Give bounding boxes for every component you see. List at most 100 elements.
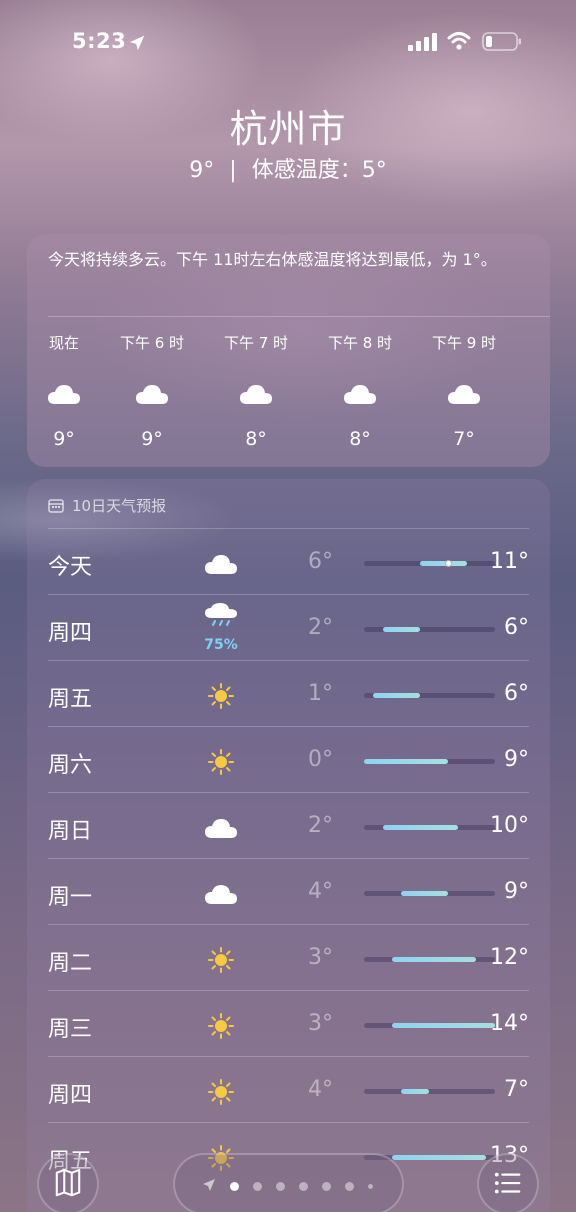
current-temp: 9° <box>189 158 215 183</box>
day-row[interactable]: 周一 4° 9° <box>48 858 529 924</box>
low-temp: 4° <box>308 879 333 904</box>
page-dot[interactable] <box>345 1182 354 1191</box>
hourly-item: 现在 9° <box>27 332 109 450</box>
page-dot[interactable] <box>368 1184 373 1189</box>
low-temp: 2° <box>308 615 333 640</box>
hour-label: 下午 6 时 <box>119 334 185 352</box>
temp-range-bar <box>382 627 421 632</box>
high-temp: 9° <box>504 747 529 772</box>
cloud-icon <box>343 382 377 406</box>
day-name: 今天 <box>48 555 93 580</box>
hour-temp: 8° <box>349 428 371 450</box>
day-name: 周六 <box>48 753 93 778</box>
day-row[interactable]: 周二 3° 12° <box>48 924 529 990</box>
high-temp: 14° <box>490 1011 529 1036</box>
hour-label: 下午 8 时 <box>327 334 393 352</box>
wifi-icon <box>447 32 471 50</box>
forecast-summary: 今天将持续多云。下午 11时左右体感温度将达到最低，为 1°。 <box>48 250 497 269</box>
feels-like: 体感温度：5° <box>251 158 387 183</box>
low-temp: 2° <box>308 813 333 838</box>
hour-label: 下午 9 时 <box>431 334 497 352</box>
temp-range-bar <box>392 1023 495 1028</box>
divider <box>48 316 550 317</box>
temp-range-track <box>364 891 495 896</box>
high-temp: 6° <box>504 615 529 640</box>
cloud-icon <box>135 382 169 406</box>
low-temp: 0° <box>308 747 333 772</box>
high-temp: 11° <box>490 549 529 574</box>
high-temp: 6° <box>504 681 529 706</box>
temp-range-track <box>364 825 495 830</box>
hour-temp: 9° <box>141 428 163 450</box>
day-row[interactable]: 周六 0° 9° <box>48 726 529 792</box>
hour-label: 下 <box>523 332 550 352</box>
day-row[interactable]: 周日 2° 10° <box>48 792 529 858</box>
temp-range-track <box>364 560 495 567</box>
temp-range-bar <box>392 957 477 962</box>
day-row[interactable]: 今天 6° 11° <box>48 528 529 594</box>
temp-range-bar <box>392 1155 486 1160</box>
hour-temp: 8° <box>245 428 267 450</box>
cloud-icon <box>447 382 481 406</box>
temp-range-track <box>364 693 495 698</box>
hour-temp: 7° <box>453 428 475 450</box>
list-icon <box>494 1172 521 1194</box>
temp-range-bar <box>373 693 421 698</box>
high-temp: 12° <box>490 945 529 970</box>
hour-label: 现在 <box>48 334 79 352</box>
cloud-icon <box>47 382 81 406</box>
calendar-icon <box>48 499 64 513</box>
temp-range-track <box>364 1023 495 1028</box>
day-name: 周二 <box>48 951 93 976</box>
current-location-arrow-icon <box>203 1179 215 1191</box>
cloud-icon <box>239 382 273 406</box>
location-list-button[interactable] <box>477 1153 539 1212</box>
day-row[interactable]: 周四 75% 2° 6° <box>48 594 529 660</box>
temp-range-track <box>364 957 495 962</box>
sun-icon <box>204 749 238 775</box>
day-name: 周日 <box>48 819 93 844</box>
low-temp: 4° <box>308 1077 333 1102</box>
cloud-icon <box>204 551 238 577</box>
temp-range-track <box>364 627 495 632</box>
daily-forecast-card[interactable]: 10日天气预报 今天 6° 11° 周四 75% 2° 6° 周五 1° 6° 周六 0° 9° 周日 2°… <box>27 479 550 1212</box>
separator: | <box>229 158 237 183</box>
temp-range-bar <box>401 1089 430 1094</box>
status-time: 5:23 <box>72 29 127 53</box>
day-name: 周一 <box>48 885 93 910</box>
status-bar: 5:23 <box>0 0 576 84</box>
high-temp: 7° <box>504 1077 529 1102</box>
sun-icon <box>204 683 238 709</box>
high-temp: 10° <box>490 813 529 838</box>
hour-temp: 9° <box>53 428 75 450</box>
page-dot[interactable] <box>276 1182 285 1191</box>
hourly-forecast-card[interactable]: 今天将持续多云。下午 11时左右体感温度将达到最低，为 1°。 现在 9° 下午 6… <box>27 234 550 467</box>
sun-icon <box>204 1013 238 1039</box>
page-dot[interactable] <box>230 1182 239 1191</box>
rain-cloud-icon <box>204 603 238 629</box>
day-row[interactable]: 周四 4° 7° <box>48 1056 529 1122</box>
page-dot[interactable] <box>253 1182 262 1191</box>
location-arrow-icon <box>129 35 145 51</box>
hourly-item: 下午 7 时 8° <box>211 332 301 450</box>
day-name: 周四 <box>48 1083 93 1108</box>
cloud-icon <box>204 815 238 841</box>
cellular-signal-icon <box>408 33 437 51</box>
cloud-icon <box>204 881 238 907</box>
day-row[interactable]: 周三 3° 14° <box>48 990 529 1056</box>
hourly-item: 下午 8 时 8° <box>315 332 405 450</box>
battery-icon <box>482 32 521 51</box>
map-icon <box>55 1168 81 1197</box>
day-row[interactable]: 周五 1° 6° <box>48 660 529 726</box>
location-page-indicator[interactable] <box>173 1153 404 1212</box>
temp-range-bar <box>382 825 458 830</box>
hour-label: 下午 7 时 <box>223 334 289 352</box>
daily-forecast-title: 10日天气预报 <box>72 497 167 515</box>
low-temp: 3° <box>308 945 333 970</box>
high-temp: 9° <box>504 879 529 904</box>
page-dot[interactable] <box>322 1182 331 1191</box>
map-button[interactable] <box>37 1153 99 1212</box>
page-dot[interactable] <box>299 1182 308 1191</box>
city-name: 杭州市 <box>229 107 347 151</box>
day-name: 周五 <box>48 687 93 712</box>
